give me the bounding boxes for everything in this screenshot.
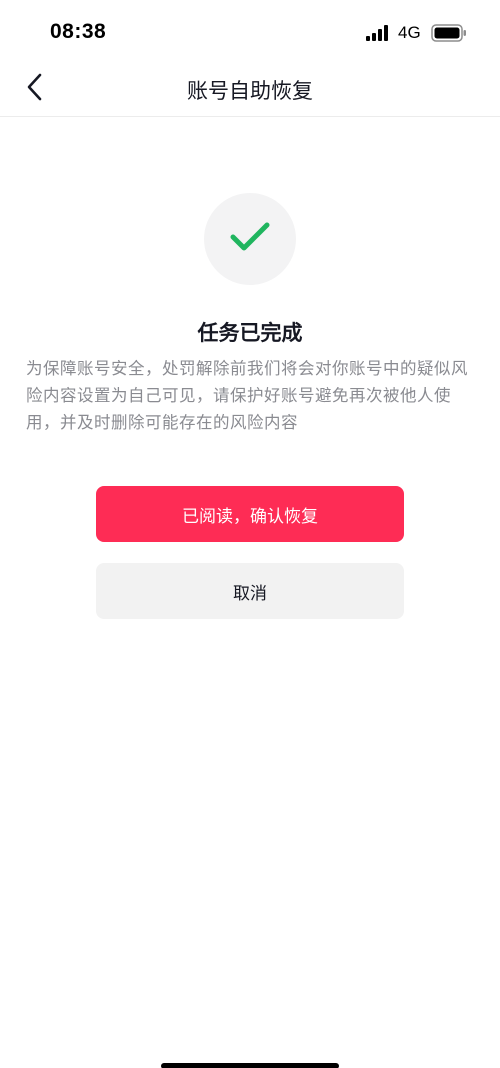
confirm-restore-button[interactable]: 已阅读，确认恢复 <box>96 486 404 542</box>
success-badge <box>204 193 296 285</box>
signal-icon <box>366 25 390 41</box>
home-indicator[interactable] <box>161 1063 339 1068</box>
page-title: 账号自助恢复 <box>187 79 313 103</box>
checkmark-icon <box>230 221 270 257</box>
cancel-button[interactable]: 取消 <box>96 563 404 619</box>
status-time: 08:38 <box>50 20 107 43</box>
status-bar: 08:38 4G <box>0 0 500 62</box>
result-title: 任务已完成 <box>197 321 303 345</box>
network-label: 4G <box>398 23 421 42</box>
screen: 08:38 4G 账号自助恢复 任务已完成 为保障账号安全，处罚解除前我们将会对… <box>0 0 500 1068</box>
nav-bar: 账号自助恢复 <box>0 62 500 117</box>
battery-icon <box>431 24 467 42</box>
result-description: 为保障账号安全，处罚解除前我们将会对你账号中的疑似风险内容设置为自己可见，请保护… <box>26 359 468 432</box>
